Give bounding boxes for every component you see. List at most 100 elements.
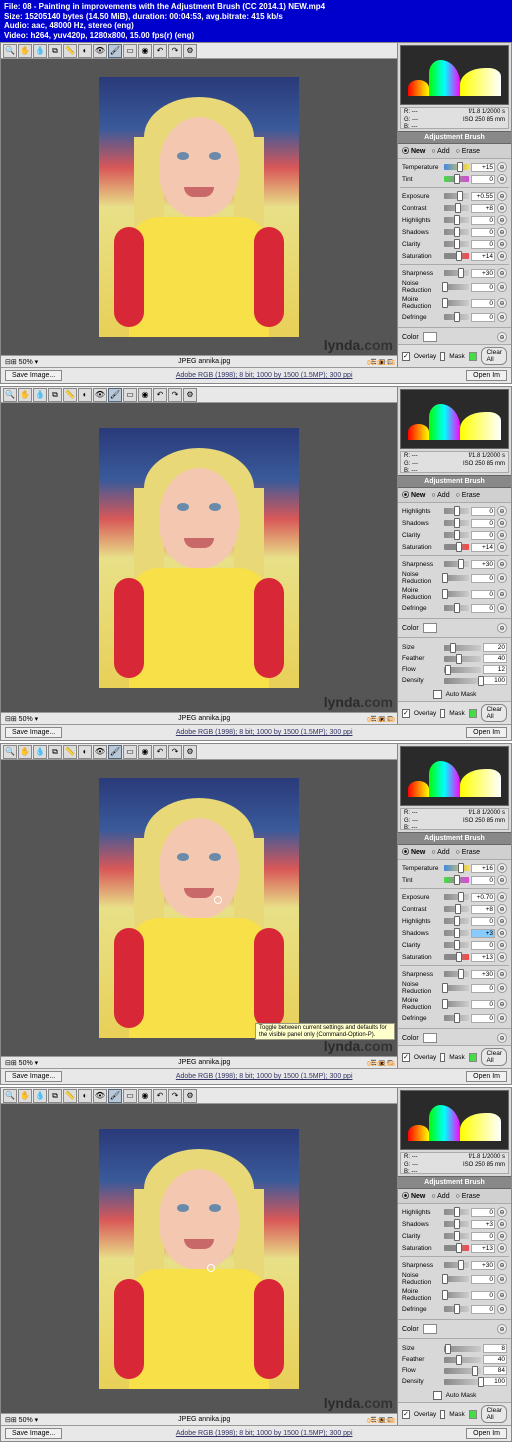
spot-tool[interactable]: ◐ <box>78 44 92 58</box>
redeye-tool[interactable]: 👁 <box>93 1089 107 1103</box>
color-swatch[interactable] <box>423 1033 437 1043</box>
mask-color-swatch[interactable] <box>469 709 478 718</box>
histogram[interactable] <box>400 1090 509 1150</box>
reset-icon[interactable]: ⊖ <box>497 916 507 926</box>
reset-icon[interactable]: ⊖ <box>497 1219 507 1229</box>
size-slider[interactable]: Size20 <box>400 642 509 653</box>
mask-checkbox[interactable] <box>440 352 445 361</box>
saturation-slider[interactable]: Saturation+14⊖ <box>400 250 509 262</box>
radial-tool[interactable]: ◉ <box>138 1089 152 1103</box>
straighten-tool[interactable]: 📏 <box>63 745 77 759</box>
reset-icon[interactable]: ⊖ <box>497 506 507 516</box>
reset-icon[interactable]: ⊖ <box>497 239 507 249</box>
mode-new[interactable]: ⦿ New <box>402 847 425 857</box>
saturation-slider[interactable]: Saturation+13⊖ <box>400 951 509 963</box>
size-slider[interactable]: Size8 <box>400 1343 509 1354</box>
reset-icon[interactable]: ⊖ <box>497 518 507 528</box>
color-swatch[interactable] <box>423 623 437 633</box>
noise_reduction-slider[interactable]: Noise Reduction0⊖ <box>400 980 509 996</box>
feather-slider[interactable]: Feather40 <box>400 1354 509 1365</box>
save-image-button[interactable]: Save Image... <box>5 1428 62 1439</box>
crop-tool[interactable]: ⧉ <box>48 388 62 402</box>
color-swatch[interactable] <box>423 332 437 342</box>
shadows-slider[interactable]: Shadows0⊖ <box>400 517 509 529</box>
rotate-l-tool[interactable]: ↶ <box>153 44 167 58</box>
reset-icon[interactable]: ⊖ <box>497 203 507 213</box>
overlay-checkbox[interactable]: ✓ <box>402 352 410 361</box>
mask-checkbox[interactable] <box>440 709 445 718</box>
color-row[interactable]: Color⊖ <box>398 1031 511 1045</box>
reset-icon[interactable]: ⊖ <box>497 999 507 1009</box>
canvas[interactable] <box>1 59 397 355</box>
color-row[interactable]: Color⊖ <box>398 1322 511 1336</box>
mask-checkbox[interactable] <box>440 1410 445 1419</box>
reset-icon[interactable]: ⊖ <box>497 1243 507 1253</box>
clarity-slider[interactable]: Clarity0⊖ <box>400 529 509 541</box>
color-row[interactable]: Color⊖ <box>398 621 511 635</box>
reset-icon[interactable]: ⊖ <box>497 282 507 292</box>
highlights-slider[interactable]: Highlights0⊖ <box>400 505 509 517</box>
reset-icon[interactable]: ⊖ <box>497 623 507 633</box>
redeye-tool[interactable]: 👁 <box>93 44 107 58</box>
reset-icon[interactable]: ⊖ <box>497 1324 507 1334</box>
zoom-level[interactable]: ⊟⊞ 50% ▾ <box>5 1416 38 1424</box>
reset-icon[interactable]: ⊖ <box>497 542 507 552</box>
temperature-slider[interactable]: Temperature+15⊖ <box>400 161 509 173</box>
mask-checkbox[interactable] <box>440 1053 445 1062</box>
redeye-tool[interactable]: 👁 <box>93 388 107 402</box>
sharpness-slider[interactable]: Sharpness+30⊖ <box>400 1259 509 1271</box>
open-button[interactable]: Open Im <box>466 1428 507 1439</box>
overlay-checkbox[interactable]: ✓ <box>402 1053 410 1062</box>
open-button[interactable]: Open Im <box>466 1071 507 1082</box>
auto-mask-checkbox[interactable] <box>433 1391 442 1400</box>
density-slider[interactable]: Density100 <box>400 675 509 686</box>
hand-tool[interactable]: ✋ <box>18 44 32 58</box>
reset-icon[interactable]: ⊖ <box>497 1290 507 1300</box>
color-swatch[interactable] <box>423 1324 437 1334</box>
mode-add[interactable]: ○ Add <box>431 148 449 155</box>
zoom-tool[interactable]: 🔍 <box>3 1089 17 1103</box>
clear-all-button[interactable]: Clear All <box>481 347 507 365</box>
moire_reduction-slider[interactable]: Moire Reduction0⊖ <box>400 1287 509 1303</box>
crop-tool[interactable]: ⧉ <box>48 1089 62 1103</box>
reset-icon[interactable]: ⊖ <box>497 1013 507 1023</box>
reset-icon[interactable]: ⊖ <box>497 1033 507 1043</box>
workflow-link[interactable]: Adobe RGB (1998); 8 bit; 1000 by 1500 (1… <box>62 372 466 379</box>
eye-tool[interactable]: 💧 <box>33 44 47 58</box>
mode-new[interactable]: ⦿ New <box>402 1191 425 1201</box>
moire_reduction-slider[interactable]: Moire Reduction0⊖ <box>400 586 509 602</box>
spot-tool[interactable]: ◐ <box>78 1089 92 1103</box>
rotate-r-tool[interactable]: ↷ <box>168 1089 182 1103</box>
reset-icon[interactable]: ⊖ <box>497 215 507 225</box>
crop-tool[interactable]: ⧉ <box>48 745 62 759</box>
mode-new[interactable]: ⦿ New <box>402 490 425 500</box>
highlights-slider[interactable]: Highlights0⊖ <box>400 1206 509 1218</box>
brush-tool[interactable]: 🖌 <box>108 1089 122 1103</box>
reset-icon[interactable]: ⊖ <box>497 589 507 599</box>
mode-erase[interactable]: ○ Erase <box>456 148 480 155</box>
sharpness-slider[interactable]: Sharpness+30⊖ <box>400 267 509 279</box>
mode-add[interactable]: ○ Add <box>431 1193 449 1200</box>
reset-icon[interactable]: ⊖ <box>497 928 507 938</box>
overlay-checkbox[interactable]: ✓ <box>402 709 410 718</box>
rotate-l-tool[interactable]: ↶ <box>153 745 167 759</box>
reset-icon[interactable]: ⊖ <box>497 312 507 322</box>
zoom-level[interactable]: ⊟⊞ 50% ▾ <box>5 1059 38 1067</box>
straighten-tool[interactable]: 📏 <box>63 44 77 58</box>
flow-slider[interactable]: Flow84 <box>400 1365 509 1376</box>
highlights-slider[interactable]: Highlights0⊖ <box>400 915 509 927</box>
exposure-slider[interactable]: Exposure+0.70⊖ <box>400 891 509 903</box>
mode-erase[interactable]: ○ Erase <box>456 849 480 856</box>
prefs-tool[interactable]: ⚙ <box>183 388 197 402</box>
brush-tool[interactable]: 🖌 <box>108 44 122 58</box>
clarity-slider[interactable]: Clarity0⊖ <box>400 238 509 250</box>
auto-mask-row[interactable]: Auto Mask <box>398 688 511 701</box>
contrast-slider[interactable]: Contrast+8⊖ <box>400 202 509 214</box>
reset-icon[interactable]: ⊖ <box>497 603 507 613</box>
reset-icon[interactable]: ⊖ <box>497 892 507 902</box>
histogram[interactable] <box>400 746 509 806</box>
reset-icon[interactable]: ⊖ <box>497 530 507 540</box>
save-image-button[interactable]: Save Image... <box>5 727 62 738</box>
temperature-slider[interactable]: Temperature+16⊖ <box>400 862 509 874</box>
saturation-slider[interactable]: Saturation+14⊖ <box>400 541 509 553</box>
